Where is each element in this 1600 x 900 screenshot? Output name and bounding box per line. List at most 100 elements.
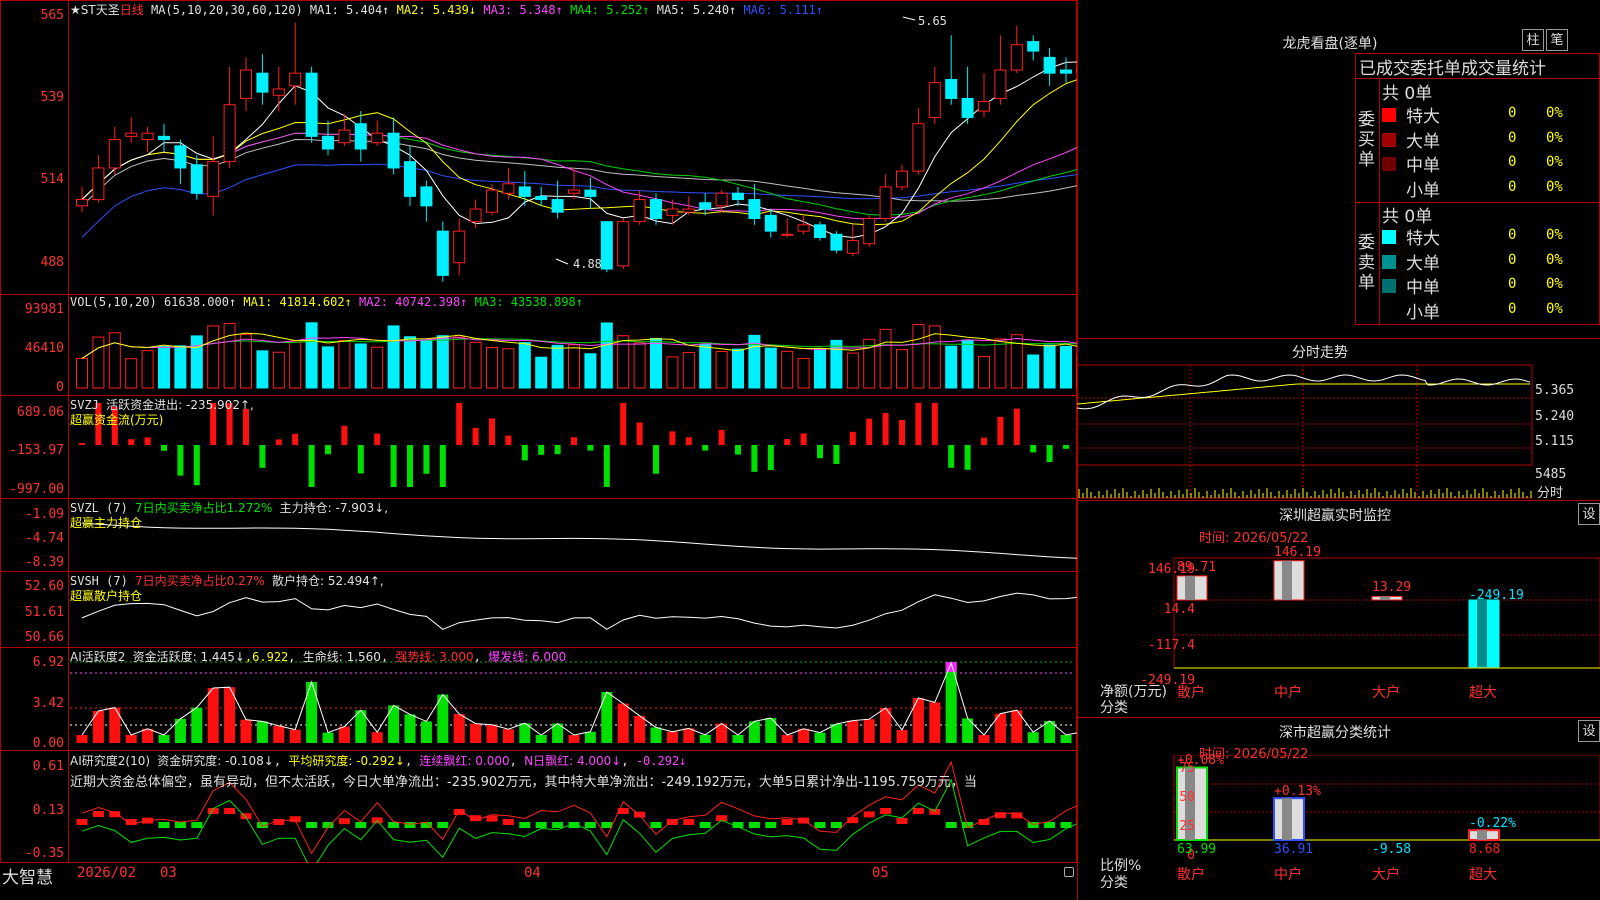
- sell-row-swatch: [1382, 230, 1396, 244]
- ai1-bar: [830, 724, 842, 743]
- svzj-bar: [521, 445, 528, 461]
- price-tick-1: 565: [40, 8, 64, 23]
- volume-bar: [551, 344, 564, 389]
- svzj-bar: [981, 437, 987, 445]
- ai1-d: 强势线: 3.000: [395, 650, 474, 664]
- ai1-bar: [420, 721, 432, 743]
- ai2-bar: [388, 822, 400, 828]
- svzj-bar: [243, 408, 249, 445]
- candle-body: [568, 189, 580, 194]
- volume-bar: [978, 356, 990, 389]
- svzj-bar: [915, 403, 922, 445]
- tick-mode-button[interactable]: 笔: [1546, 29, 1568, 51]
- svsh-line: [81, 592, 1077, 630]
- ai2-bar: [486, 815, 498, 822]
- sz-bar-shade: [1477, 600, 1487, 667]
- candle-body: [633, 199, 646, 223]
- sell-row-name: 大单: [1406, 253, 1440, 274]
- svzj-bar: [357, 445, 364, 474]
- fl-settings-button[interactable]: 设: [1578, 720, 1600, 742]
- lock-icon[interactable]: [1064, 867, 1074, 877]
- svzj-bar: [685, 437, 692, 445]
- svzj-bar: [128, 439, 135, 445]
- ai2-bar: [880, 808, 892, 814]
- fs-price-line: [1077, 374, 1531, 410]
- candle-body: [1010, 44, 1023, 71]
- svzj-bar: [275, 439, 282, 445]
- svsh-tick-1: 52.60: [24, 579, 64, 594]
- candle-body: [617, 221, 630, 267]
- svzj-bar: [1046, 445, 1053, 462]
- volume-bar: [338, 340, 351, 389]
- candle-body: [92, 167, 105, 201]
- sell-row-pct: 0%: [1546, 227, 1563, 243]
- svzj-bar: [79, 443, 85, 445]
- volume-bar: [240, 333, 252, 389]
- svzj-bar: [669, 431, 676, 445]
- candle-body: [125, 132, 138, 137]
- buy-row-pct: 0%: [1546, 154, 1563, 170]
- date-label-4: 05: [872, 865, 889, 881]
- ai2-bar: [76, 819, 88, 825]
- high-label: 5.65: [918, 14, 947, 28]
- bar-mode-button[interactable]: 柱: [1522, 29, 1544, 51]
- svzj-sub: 超赢资金流(万元): [70, 413, 164, 427]
- volume-bar: [436, 335, 449, 389]
- buy-row-count: 0: [1508, 129, 1517, 146]
- volume-bar: [1060, 345, 1072, 389]
- sz-value-label: 89.71: [1177, 559, 1217, 575]
- fl-change-label: +0.08%: [1177, 753, 1224, 769]
- period-label: 日线: [119, 3, 144, 17]
- ai2-bar: [355, 822, 367, 828]
- svzj-bar: [800, 433, 807, 445]
- fs-frame: [1077, 364, 1533, 466]
- volume-bar: [568, 344, 580, 389]
- ai1-bar: [273, 725, 285, 743]
- buy-row-name: 特大: [1406, 107, 1440, 127]
- candle-body: [535, 195, 548, 201]
- svzj-bar: [718, 429, 725, 445]
- volume-bar: [108, 332, 121, 389]
- candle-body: [896, 170, 908, 188]
- sz-value-label: 146.19: [1274, 544, 1321, 560]
- candle-body: [928, 82, 941, 118]
- candle-body: [76, 199, 88, 207]
- sz-bar-shade: [1380, 596, 1390, 600]
- ai2-bar: [683, 819, 695, 825]
- ai1-bar: [650, 727, 662, 743]
- svzj-bar: [767, 445, 774, 470]
- candle-body: [814, 224, 826, 238]
- ma3-value: MA3: 5.348↑: [483, 3, 563, 17]
- sz-category-label: 超大: [1469, 685, 1497, 701]
- ai2-bar: [158, 822, 170, 828]
- sell-row-pct: 0%: [1546, 251, 1563, 268]
- intraday-chart[interactable]: [1077, 360, 1600, 500]
- sell-row-count: 0: [1508, 227, 1517, 243]
- candle-body: [240, 69, 252, 99]
- ai1-bar: [470, 723, 482, 743]
- ai1-bar: [191, 707, 203, 743]
- buy-row-swatch: [1382, 181, 1396, 196]
- volume-bar: [814, 347, 826, 389]
- fl-category-label: 超大: [1469, 867, 1497, 883]
- fs-tick-1: 5.365: [1535, 383, 1575, 398]
- ai1-bar: [798, 728, 810, 743]
- lhb-table-header: 已成交委托单成交量统计: [1359, 59, 1546, 79]
- candle-body: [518, 186, 531, 197]
- ai2-bar: [912, 808, 924, 814]
- ai1-bar: [584, 731, 596, 743]
- sz-settings-button[interactable]: 设: [1578, 503, 1600, 525]
- svsh-a: 7日内买卖净占比0.27%: [135, 574, 265, 588]
- volume-bar: [420, 339, 433, 389]
- sz-bar-shade: [1282, 560, 1292, 600]
- ai2-bar: [1044, 822, 1056, 828]
- fl-value-label: 63.99: [1177, 842, 1217, 857]
- buy-row-pct: 0%: [1546, 178, 1563, 195]
- candle-body: [764, 214, 777, 232]
- candle-body: [715, 192, 728, 207]
- sell-label: 委卖单: [1358, 233, 1375, 293]
- fl-category-label: 大户: [1372, 867, 1400, 883]
- volume-bar: [207, 325, 220, 389]
- candle-body: [256, 72, 269, 93]
- volume-bar: [404, 336, 416, 389]
